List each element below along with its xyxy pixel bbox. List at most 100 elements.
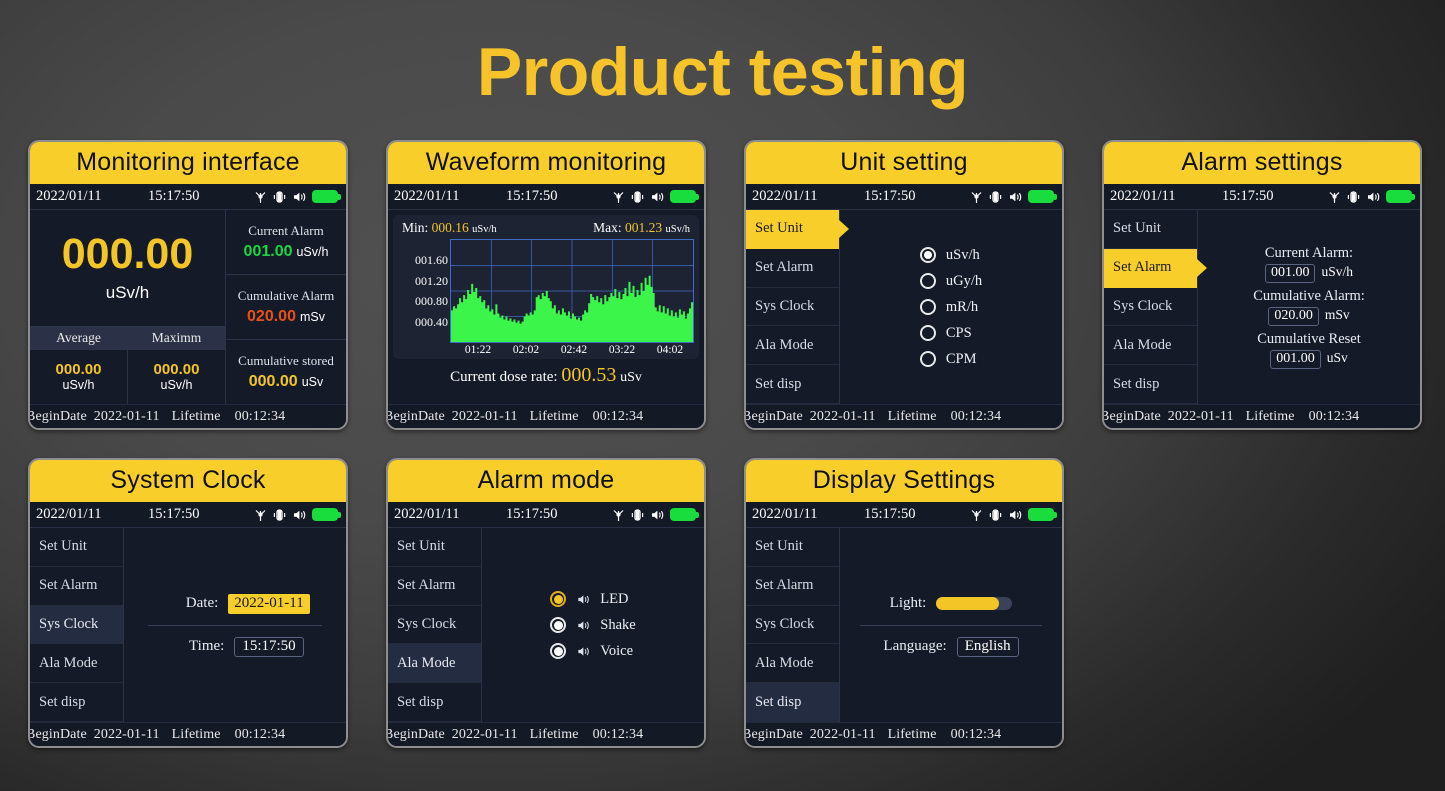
- clock-date-value[interactable]: 2022-01-11: [228, 593, 310, 614]
- alarm-mode-radio-group[interactable]: LED Shake Voice: [550, 591, 636, 660]
- footer-begin-date: 2022-01-11: [93, 726, 160, 742]
- stat-maximum-unit: uSv/h: [160, 378, 193, 393]
- stat-maximum-header: Maximm: [128, 327, 225, 350]
- radiation-icon: [971, 191, 982, 203]
- menu-item-set-disp[interactable]: Set disp: [388, 683, 481, 722]
- menu-item-ala-mode[interactable]: Ala Mode: [1104, 326, 1197, 366]
- unit-setting-body: Set Unit Set Alarm Sys Clock Ala Mode Set di…: [746, 210, 1062, 404]
- menu-item-set-unit[interactable]: Set Unit: [30, 528, 123, 567]
- menu-item-ala-mode[interactable]: Ala Mode: [388, 644, 481, 684]
- clock-time-label: Time:: [189, 638, 225, 654]
- menu-item-set-alarm[interactable]: Set Alarm: [1104, 248, 1197, 288]
- alarm-mode-body: Set Unit Set Alarm Sys Clock Ala Mode Set di…: [388, 528, 704, 722]
- unit-option-cps[interactable]: CPS: [919, 325, 982, 342]
- menu-item-set-alarm[interactable]: Set Alarm: [388, 567, 481, 606]
- status-time: 15:17:50: [1222, 188, 1274, 204]
- footer-bar: BeginDate 2022-01-11 Lifetime 00:12:34: [30, 722, 346, 746]
- menu-item-set-disp[interactable]: Set disp: [746, 683, 839, 722]
- radio-button-icon[interactable]: [919, 273, 936, 289]
- alarm-mode-option-label: LED: [600, 590, 629, 607]
- menu-item-ala-mode[interactable]: Ala Mode: [746, 644, 839, 684]
- footer-lifetime-label: Lifetime: [1245, 408, 1295, 424]
- unit-option-usv-h[interactable]: uSv/h: [919, 247, 982, 264]
- menu-item-sys-clock[interactable]: Sys Clock: [30, 605, 123, 645]
- footer-lifetime-value: 00:12:34: [234, 408, 286, 424]
- sound-icon: [576, 645, 590, 658]
- menu-item-sys-clock[interactable]: Sys Clock: [746, 606, 839, 645]
- battery-icon: [670, 508, 699, 521]
- menu-item-set-alarm[interactable]: Set Alarm: [746, 249, 839, 288]
- radio-button-icon[interactable]: [919, 299, 936, 315]
- alarm-mode-option-led[interactable]: LED: [550, 591, 635, 608]
- language-value[interactable]: English: [956, 636, 1019, 657]
- status-bar: 2022/01/11 15:17:50: [746, 502, 1062, 528]
- vibrate-icon: [273, 190, 286, 203]
- waveform-min-unit: uSv/h: [472, 224, 497, 235]
- radio-button-icon[interactable]: [550, 617, 567, 633]
- menu-item-set-unit[interactable]: Set Unit: [746, 528, 839, 567]
- settings-menu[interactable]: Set Unit Set Alarm Sys Clock Ala Mode Set di…: [746, 528, 840, 722]
- radiation-icon: [1329, 191, 1340, 203]
- settings-menu[interactable]: Set Unit Set Alarm Sys Clock Ala Mode Set di…: [746, 210, 840, 404]
- menu-item-sys-clock[interactable]: Sys Clock: [746, 288, 839, 327]
- light-slider[interactable]: [936, 597, 1013, 610]
- unit-option-ugy-h[interactable]: uGy/h: [919, 273, 982, 290]
- settings-menu[interactable]: Set Unit Set Alarm Sys Clock Ala Mode Set di…: [1104, 210, 1198, 404]
- menu-item-set-alarm[interactable]: Set Alarm: [746, 567, 839, 606]
- radio-button-icon[interactable]: [550, 591, 567, 607]
- footer-lifetime-value: 00:12:34: [592, 408, 644, 424]
- menu-item-label: Set disp: [1113, 375, 1160, 392]
- radio-button-icon[interactable]: [919, 325, 936, 341]
- card-current-alarm-label: Current Alarm: [248, 223, 324, 238]
- menu-item-ala-mode[interactable]: Ala Mode: [746, 326, 839, 366]
- footer-begin-label: BeginDate: [30, 408, 87, 424]
- field-cumulative-reset-value[interactable]: 001.00: [1270, 350, 1321, 369]
- screen-title-unit-setting: Unit setting: [746, 142, 1062, 184]
- waveform-x-tick: 03:22: [608, 344, 636, 356]
- system-clock-body: Set Unit Set Alarm Sys Clock Ala Mode Set di…: [30, 528, 346, 722]
- display-fields-pane: Light: Language: English: [840, 528, 1062, 722]
- settings-menu[interactable]: Set Unit Set Alarm Sys Clock Ala Mode Set di…: [30, 528, 124, 722]
- menu-item-label: Sys Clock: [1113, 297, 1173, 314]
- menu-item-label: Set Alarm: [397, 577, 456, 594]
- field-cumulative-alarm-value[interactable]: 020.00: [1268, 307, 1319, 326]
- menu-item-set-unit[interactable]: Set Unit: [388, 528, 481, 567]
- unit-radio-group[interactable]: uSv/h uGy/h mR/h CPS CPM: [919, 247, 982, 368]
- clock-time-value[interactable]: 15:17:50: [234, 636, 304, 657]
- radio-button-icon[interactable]: [550, 643, 567, 659]
- footer-lifetime-value: 00:12:34: [592, 726, 644, 742]
- footer-begin-date: 2022-01-11: [93, 408, 160, 424]
- screen-title-alarm-settings: Alarm settings: [1104, 142, 1420, 184]
- waveform-current-unit: uSv: [620, 370, 642, 385]
- menu-item-set-unit[interactable]: Set Unit: [746, 210, 839, 249]
- unit-option-cpm[interactable]: CPM: [919, 351, 982, 368]
- menu-item-set-alarm[interactable]: Set Alarm: [30, 567, 123, 606]
- clock-fields-pane: Date: 2022-01-11 Time: 15:17:50: [124, 528, 346, 722]
- device-screen-monitoring: Monitoring interface 2022/01/11 15:17:50…: [28, 140, 348, 430]
- menu-item-set-disp[interactable]: Set disp: [30, 683, 123, 722]
- radiation-icon: [971, 509, 982, 521]
- menu-item-label: Set disp: [755, 693, 802, 710]
- radio-button-icon[interactable]: [919, 351, 936, 367]
- field-current-alarm-value[interactable]: 001.00: [1264, 264, 1316, 283]
- menu-item-ala-mode[interactable]: Ala Mode: [30, 644, 123, 684]
- menu-item-set-unit[interactable]: Set Unit: [1104, 210, 1197, 249]
- settings-menu[interactable]: Set Unit Set Alarm Sys Clock Ala Mode Set di…: [388, 528, 482, 722]
- waveform-x-tick: 01:22: [464, 344, 492, 356]
- radio-button-icon[interactable]: [919, 247, 936, 263]
- menu-item-set-disp[interactable]: Set disp: [746, 365, 839, 404]
- menu-item-label: Ala Mode: [755, 336, 814, 353]
- stat-average: Average 000.00 uSv/h: [30, 327, 127, 404]
- unit-option-mr-h[interactable]: mR/h: [919, 299, 982, 316]
- menu-item-label: Sys Clock: [397, 615, 457, 632]
- card-cumulative-alarm-unit: mSv: [299, 310, 325, 324]
- footer-begin-label: BeginDate: [746, 726, 803, 742]
- sound-icon: [576, 619, 590, 632]
- alarm-mode-option-shake[interactable]: Shake: [550, 617, 636, 634]
- menu-item-sys-clock[interactable]: Sys Clock: [388, 606, 481, 645]
- alarm-mode-option-voice[interactable]: Voice: [550, 643, 635, 660]
- menu-item-sys-clock[interactable]: Sys Clock: [1104, 288, 1197, 327]
- waveform-current-label: Current dose rate:: [450, 369, 558, 385]
- menu-item-set-disp[interactable]: Set disp: [1104, 365, 1197, 404]
- footer-bar: BeginDate 2022-01-11 Lifetime 00:12:34: [746, 404, 1062, 428]
